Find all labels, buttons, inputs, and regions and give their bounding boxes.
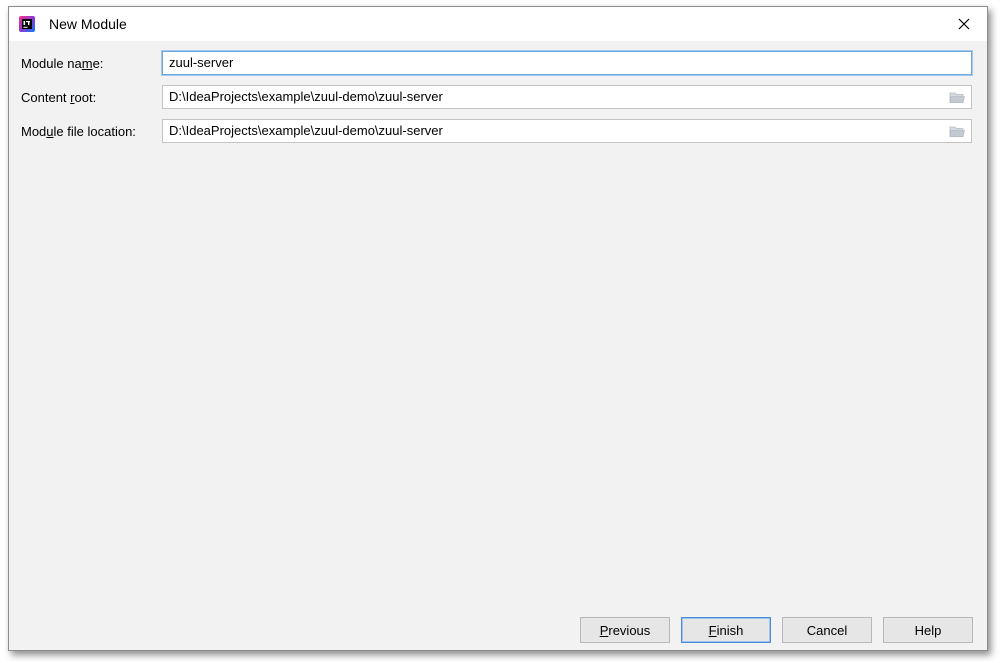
finish-button[interactable]: Finish bbox=[681, 617, 771, 643]
folder-icon[interactable] bbox=[949, 125, 965, 138]
help-button[interactable]: Help bbox=[883, 617, 973, 643]
module-name-input[interactable]: zuul-server bbox=[162, 51, 972, 75]
module-file-location-row: Module file location: D:\IdeaProjects\ex… bbox=[9, 119, 987, 145]
module-name-value: zuul-server bbox=[169, 55, 234, 70]
intellij-idea-icon bbox=[19, 16, 35, 32]
new-module-dialog: New Module Module name: zuul-server Cont… bbox=[8, 6, 988, 651]
close-button[interactable] bbox=[941, 7, 987, 41]
dialog-title: New Module bbox=[49, 16, 127, 32]
previous-button[interactable]: Previous bbox=[580, 617, 670, 643]
module-file-location-value: D:\IdeaProjects\example\zuul-demo\zuul-s… bbox=[169, 123, 443, 138]
close-icon bbox=[958, 18, 970, 30]
folder-icon[interactable] bbox=[949, 91, 965, 104]
module-name-label: Module name: bbox=[21, 56, 104, 71]
module-file-location-input[interactable]: D:\IdeaProjects\example\zuul-demo\zuul-s… bbox=[162, 119, 972, 143]
module-file-location-label: Module file location: bbox=[21, 124, 136, 139]
title-bar: New Module bbox=[9, 7, 987, 41]
content-root-row: Content root: D:\IdeaProjects\example\zu… bbox=[9, 85, 987, 111]
module-name-row: Module name: zuul-server bbox=[9, 51, 987, 77]
content-root-input[interactable]: D:\IdeaProjects\example\zuul-demo\zuul-s… bbox=[162, 85, 972, 109]
content-root-value: D:\IdeaProjects\example\zuul-demo\zuul-s… bbox=[169, 89, 443, 104]
content-root-label: Content root: bbox=[21, 90, 97, 105]
cancel-button[interactable]: Cancel bbox=[782, 617, 872, 643]
